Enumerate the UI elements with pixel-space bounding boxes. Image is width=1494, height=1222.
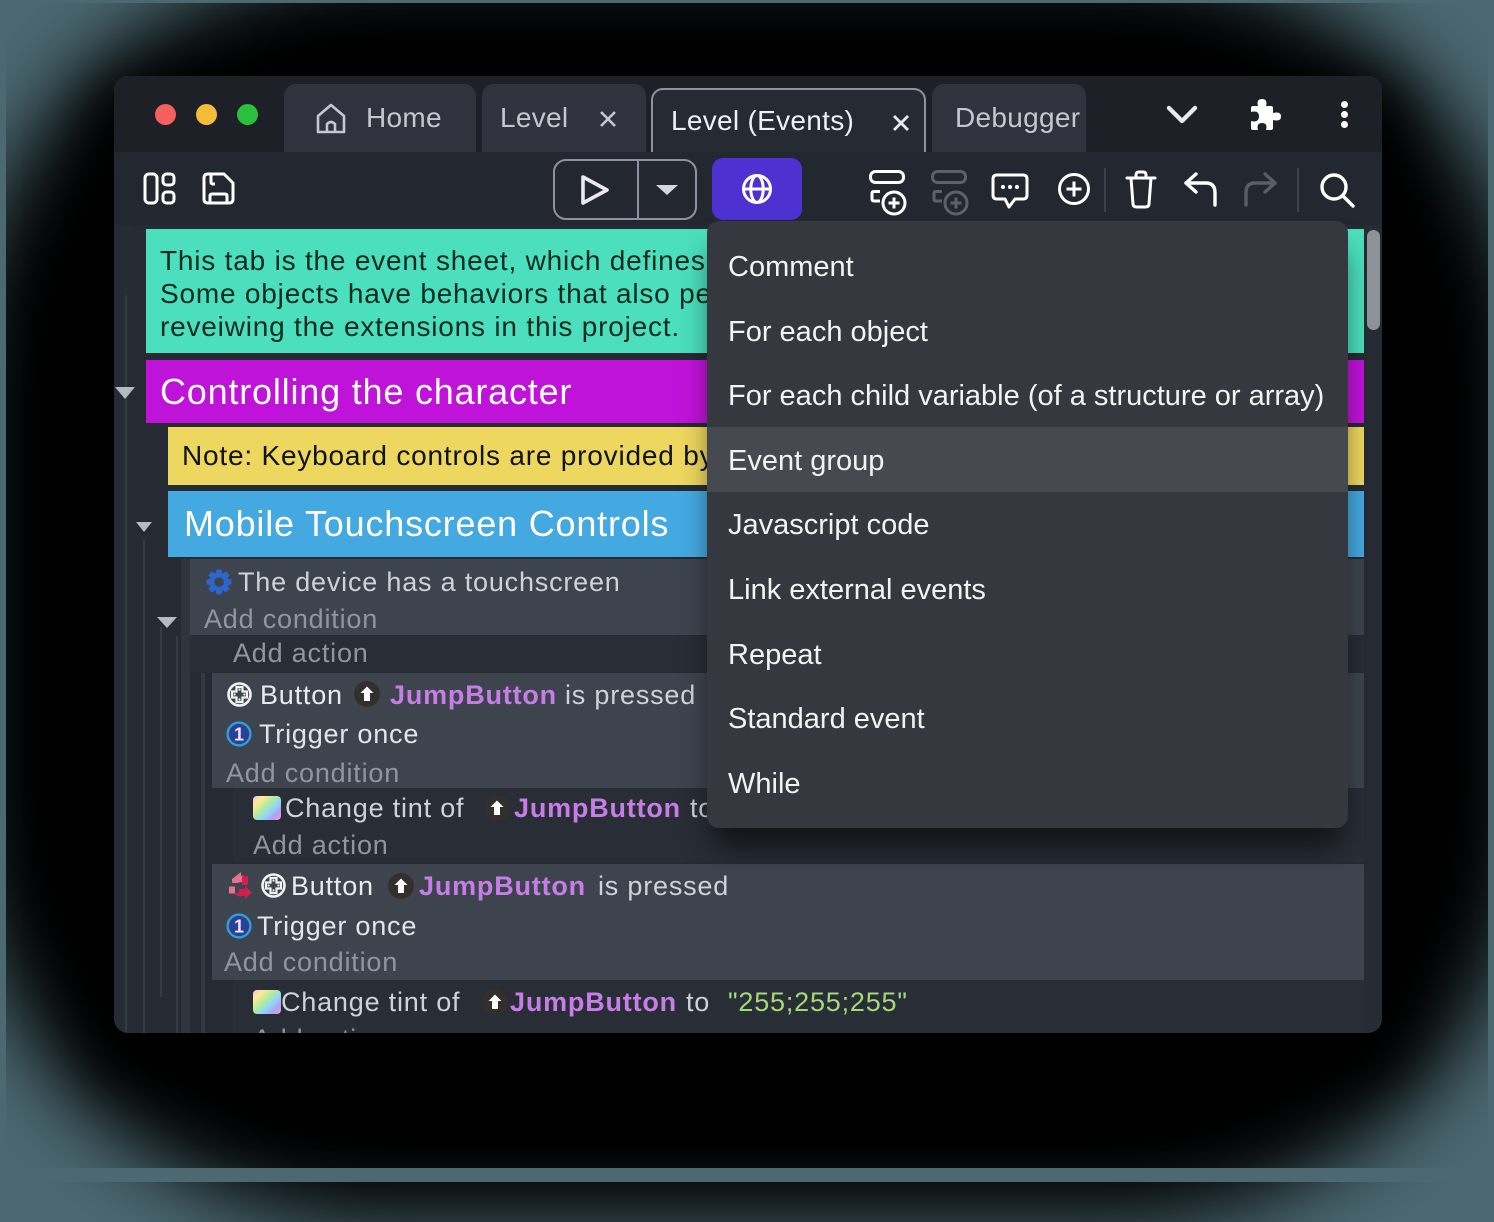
svg-text:1: 1 [234,917,244,937]
svg-text:1: 1 [234,725,244,745]
